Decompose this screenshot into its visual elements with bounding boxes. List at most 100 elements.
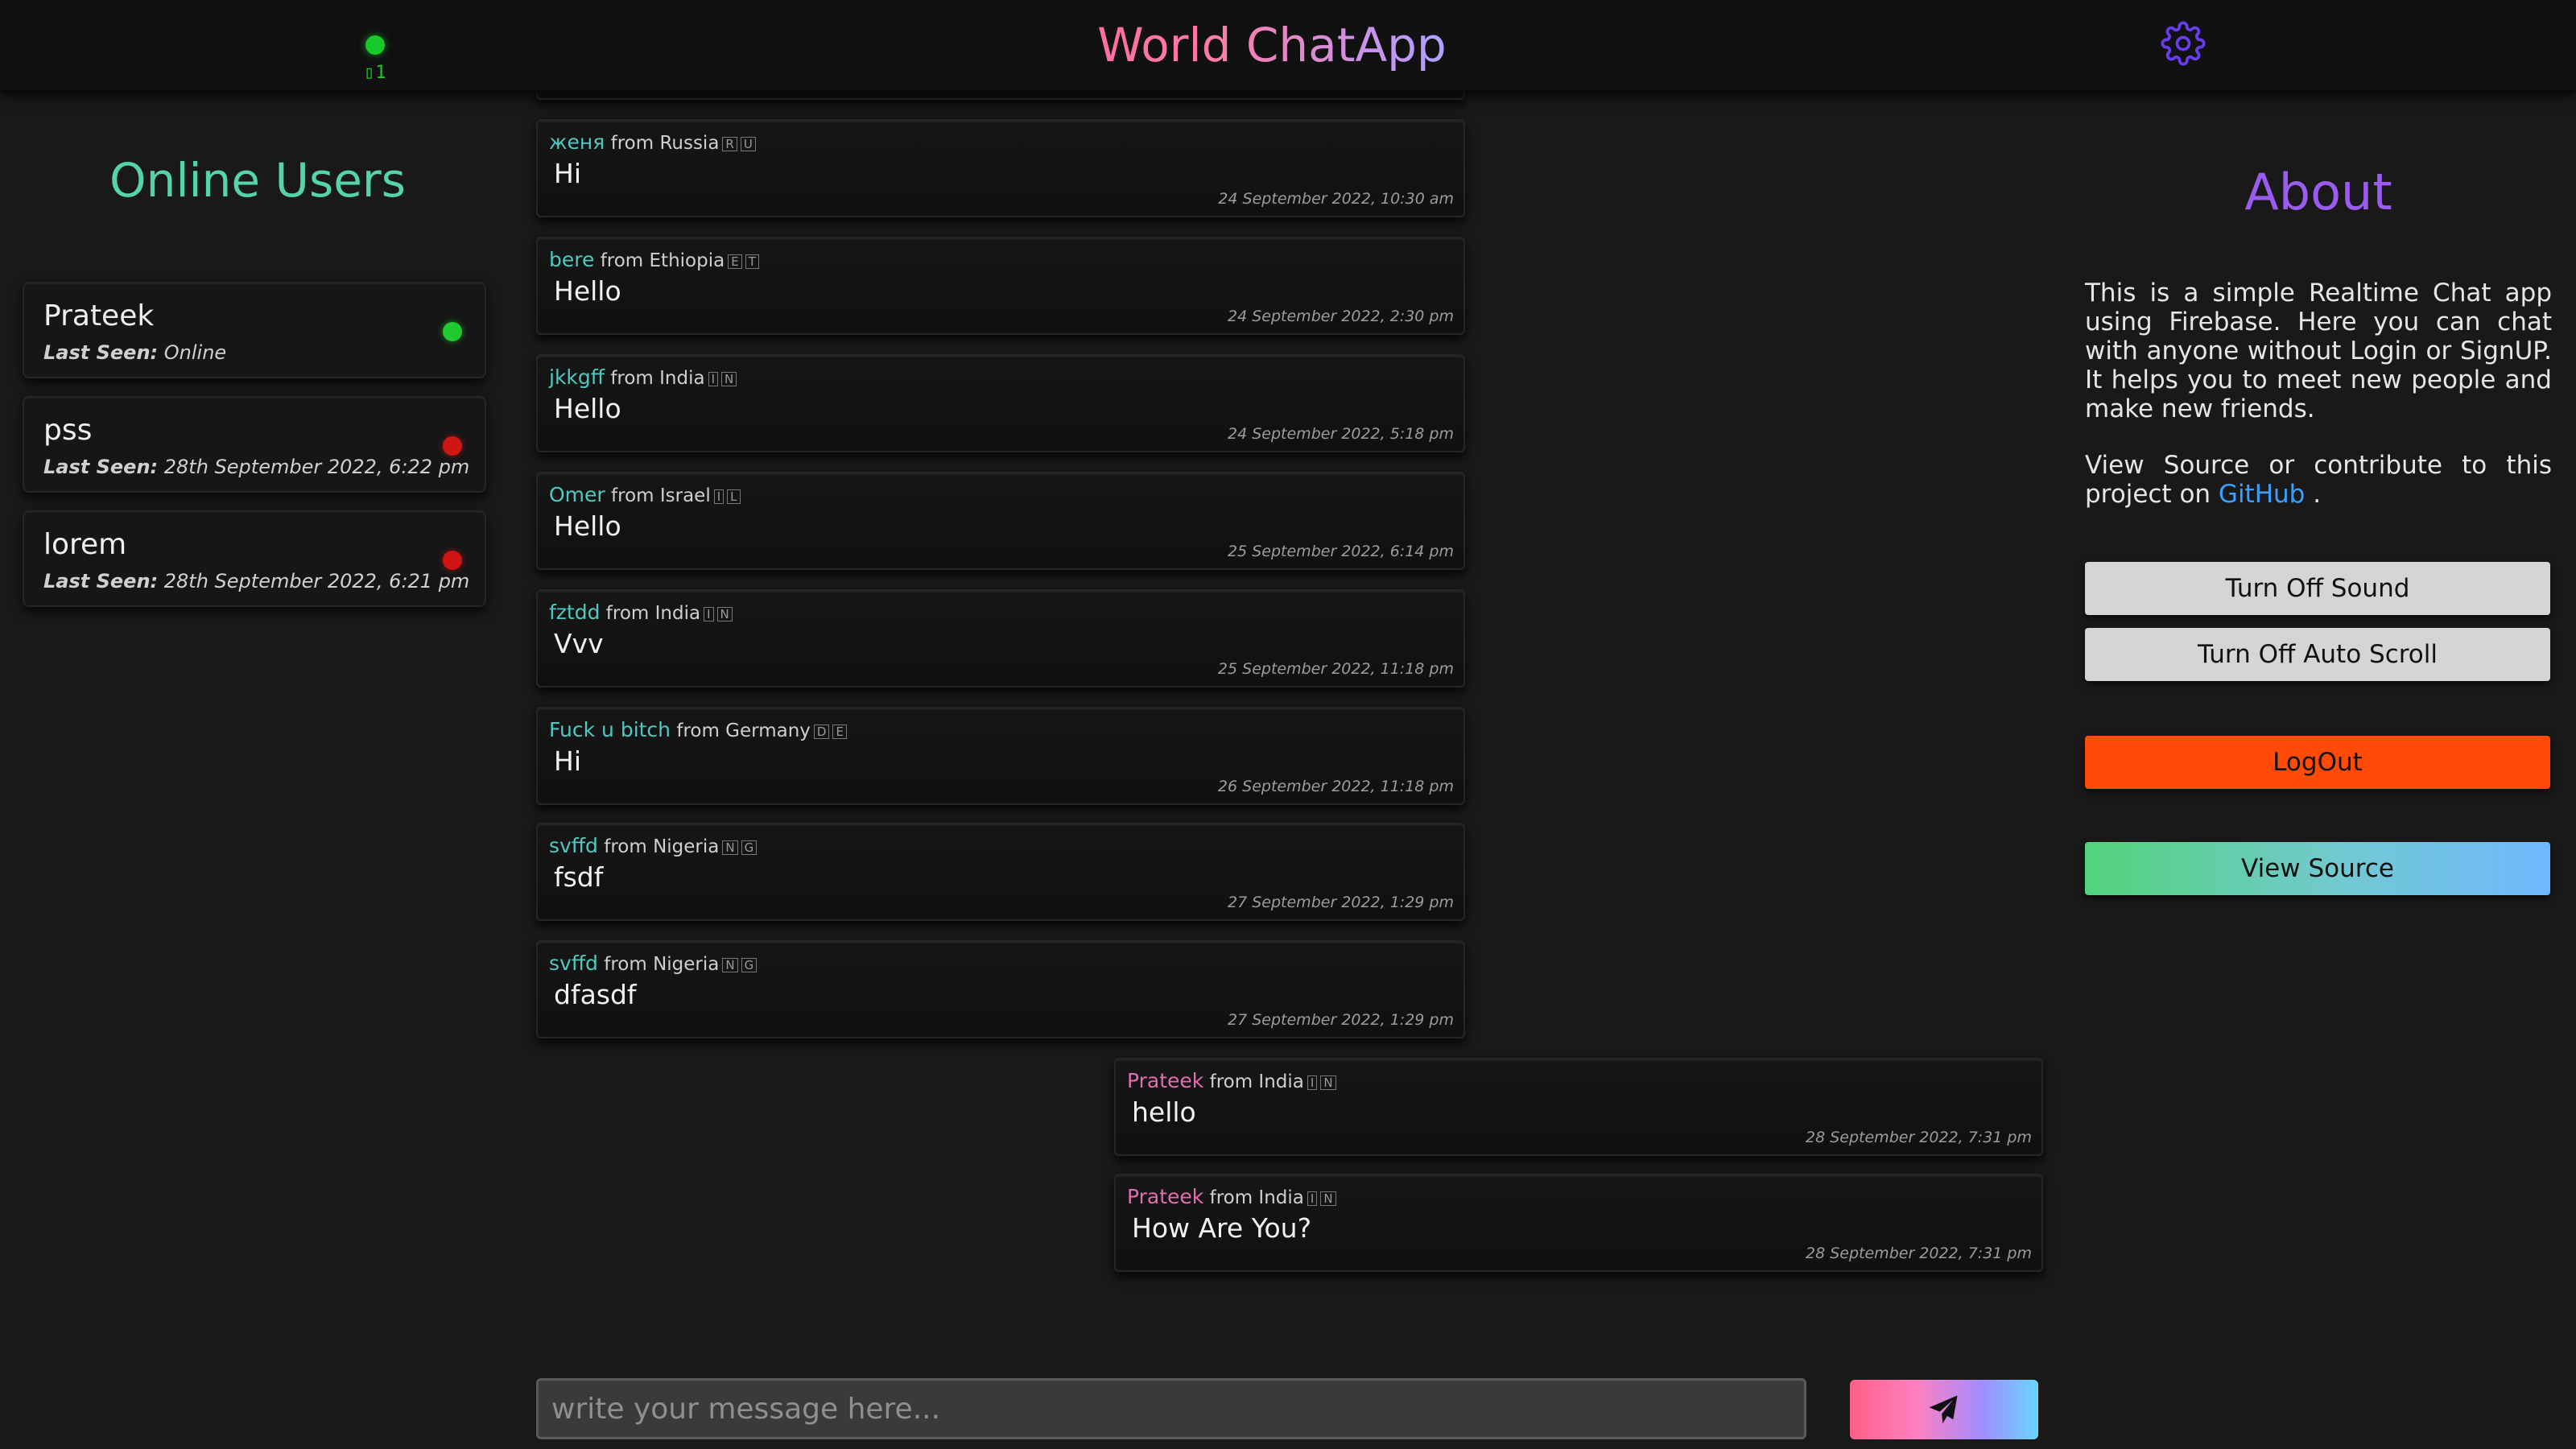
message-meta: bere from Ethiopia E T <box>549 248 759 271</box>
message-timestamp: 25 September 2022, 11:18 pm <box>1217 660 1454 678</box>
last-seen-label: Last Seen: <box>43 341 159 364</box>
flag-icon: E <box>832 724 847 739</box>
message-sender[interactable]: jkkgff <box>549 365 605 389</box>
flag-icon: N <box>722 840 738 855</box>
message-sender[interactable]: Prateek <box>1127 1185 1203 1208</box>
message-card: Fuck u bitch from Germany D E Hi 26 Septem… <box>536 707 1465 805</box>
message-origin: from India <box>610 368 705 389</box>
message-sender[interactable]: svffd <box>549 834 598 857</box>
user-name: lorem <box>43 528 127 561</box>
flag-icon: L <box>727 489 741 504</box>
source-text-end: . <box>2313 480 2322 509</box>
flag-icon: I <box>713 489 724 504</box>
online-users-title: Online Users <box>109 153 406 208</box>
message-origin: from India <box>1209 1071 1304 1092</box>
last-seen-value: 28th September 2022, 6:21 pm <box>163 570 470 592</box>
message-origin: from Germany <box>676 720 811 741</box>
github-link[interactable]: GitHub <box>2219 480 2305 509</box>
message-card: svffd from Nigeria N G fsdf 27 September 2… <box>536 823 1465 921</box>
user-name: pss <box>43 414 93 447</box>
message-sender[interactable]: bere <box>549 248 594 271</box>
paper-plane-icon <box>1929 1395 1958 1424</box>
message-timestamp: 28 September 2022, 7:31 pm <box>1806 1129 2032 1146</box>
connection-count: ▯1 <box>364 63 387 83</box>
top-header: ▯1 World ChatApp <box>0 0 2576 92</box>
message-origin: from India <box>1209 1187 1304 1208</box>
message-meta: fztdd from India I N <box>549 601 733 624</box>
message-timestamp: 27 September 2022, 1:29 pm <box>1228 894 1454 911</box>
message-timestamp: 24 September 2022, 10:30 am <box>1218 190 1454 208</box>
turn-off-sound-button[interactable]: Turn Off Sound <box>2085 562 2550 615</box>
flag-icon: G <box>741 957 758 972</box>
user-last-seen: Last Seen: Online <box>43 341 226 364</box>
offline-status-dot <box>443 436 462 456</box>
message-meta: svffd from Nigeria N G <box>549 834 758 857</box>
message-origin: from Russia <box>610 133 720 154</box>
user-last-seen: Last Seen: 28th September 2022, 6:21 pm <box>43 570 469 592</box>
message-origin: from India <box>605 603 701 624</box>
message-meta: Prateek from India I N <box>1127 1185 1336 1208</box>
about-title: About <box>2244 163 2392 221</box>
message-origin: from Israel <box>611 485 711 506</box>
connection-status-dot <box>365 35 385 55</box>
message-card: jkkgff from India I N Hello 24 September 2… <box>536 354 1465 452</box>
message-text: dfasdf <box>554 979 637 1010</box>
user-card[interactable]: Prateek Last Seen: Online <box>23 282 486 378</box>
message-meta: женя from Russia R U <box>549 130 756 154</box>
flag-icon: E <box>728 254 742 269</box>
message-sender[interactable]: женя <box>549 130 605 154</box>
user-name: Prateek <box>43 299 155 332</box>
online-status-dot <box>443 322 462 341</box>
flag-icon: D <box>813 724 830 739</box>
flag-icon: N <box>1320 1191 1336 1206</box>
message-sender[interactable]: fztdd <box>549 601 600 624</box>
send-button[interactable] <box>1850 1380 2038 1439</box>
flag-icon: I <box>708 371 719 386</box>
logout-button[interactable]: LogOut <box>2085 736 2550 789</box>
message-input[interactable] <box>536 1378 1806 1439</box>
message-text: How Are You? <box>1132 1212 1312 1244</box>
message-sender[interactable]: svffd <box>549 952 598 975</box>
message-meta: Prateek from India I N <box>1127 1069 1336 1092</box>
message-timestamp: 25 September 2022, 6:14 pm <box>1228 543 1454 560</box>
own-message-card: Prateek from India I N How Are You? 28 Sep… <box>1114 1174 2043 1272</box>
turn-off-auto-scroll-button[interactable]: Turn Off Auto Scroll <box>2085 628 2550 681</box>
message-sender[interactable]: Omer <box>549 483 605 506</box>
offline-status-dot <box>443 551 462 570</box>
message-meta: svffd from Nigeria N G <box>549 952 758 975</box>
view-source-button[interactable]: View Source <box>2085 842 2550 895</box>
message-sender[interactable]: Prateek <box>1127 1069 1203 1092</box>
message-text: Hello <box>554 393 621 424</box>
message-timestamp: 24 September 2022, 2:30 pm <box>1228 308 1454 325</box>
message-text: Hello <box>554 275 621 307</box>
flag-icon: U <box>740 136 756 151</box>
flag-icon: I <box>1307 1075 1318 1090</box>
about-description: This is a simple Realtime Chat app using… <box>2085 279 2552 423</box>
gear-icon[interactable] <box>2161 21 2206 66</box>
message-sender[interactable]: Fuck u bitch <box>549 718 671 741</box>
message-timestamp: 26 September 2022, 11:18 pm <box>1217 778 1454 795</box>
user-card[interactable]: lorem Last Seen: 28th September 2022, 6:… <box>23 510 486 607</box>
own-message-card: Prateek from India I N hello 28 September … <box>1114 1058 2043 1156</box>
message-text: hello <box>1132 1096 1196 1128</box>
message-meta: Omer from Israel I L <box>549 483 741 506</box>
last-seen-value: 28th September 2022, 6:22 pm <box>163 456 470 478</box>
message-origin: from Nigeria <box>604 836 720 857</box>
message-card: Omer from Israel I L Hello 25 September 20… <box>536 472 1465 570</box>
message-timestamp: 27 September 2022, 1:29 pm <box>1228 1011 1454 1029</box>
message-text: Vvv <box>554 628 604 659</box>
user-last-seen: Last Seen: 28th September 2022, 6:22 pm <box>43 456 469 478</box>
message-origin: from Ethiopia <box>600 250 725 271</box>
about-source-text: View Source or contribute to this projec… <box>2085 451 2552 509</box>
flag-icon: T <box>745 254 759 269</box>
last-seen-label: Last Seen: <box>43 570 159 592</box>
user-card[interactable]: pss Last Seen: 28th September 2022, 6:22… <box>23 396 486 493</box>
flag-icon: I <box>1307 1191 1318 1206</box>
message-text: Hi <box>554 158 581 189</box>
message-meta: jkkgff from India I N <box>549 365 737 389</box>
flag-icon: N <box>1320 1075 1336 1090</box>
last-seen-label: Last Seen: <box>43 456 159 478</box>
flag-icon: R <box>722 136 737 151</box>
connection-count-value: 1 <box>375 63 387 83</box>
flag-icon: I <box>704 606 714 621</box>
